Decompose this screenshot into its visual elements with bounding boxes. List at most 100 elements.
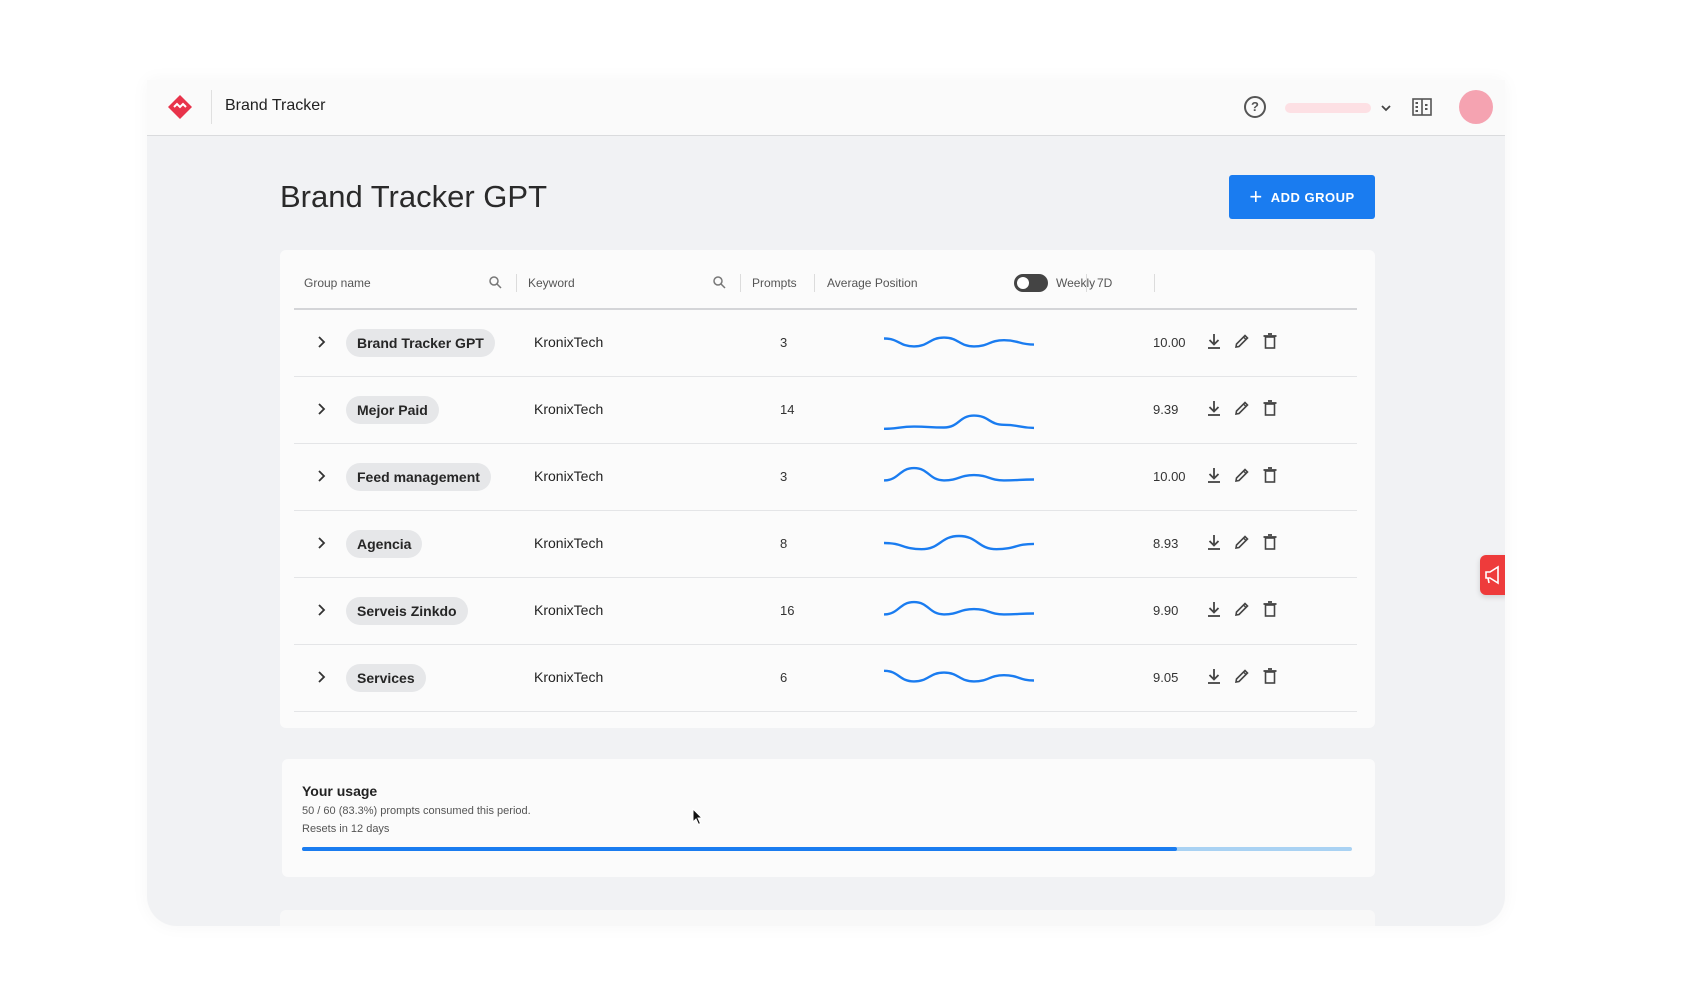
- sparkline-series: [883, 466, 1035, 482]
- help-icon[interactable]: ?: [1244, 96, 1266, 118]
- prompts-cell: 3: [780, 335, 788, 350]
- chevron-right-icon[interactable]: [314, 670, 328, 684]
- col-separator: [740, 274, 741, 292]
- table-row[interactable]: Agencia KronixTech 8 8.93: [294, 511, 1357, 578]
- average-position-cell: 9.05: [1153, 670, 1179, 685]
- chevron-right-icon[interactable]: [314, 536, 328, 550]
- keyword-cell: KronixTech: [534, 334, 604, 350]
- usage-progress-bar: [302, 847, 1352, 851]
- table-row[interactable]: Services KronixTech 6 9.05: [294, 645, 1357, 712]
- search-icon[interactable]: [712, 275, 726, 289]
- sparkline-series: [883, 534, 1035, 551]
- chevron-right-icon[interactable]: [314, 335, 328, 349]
- account-selector[interactable]: [1285, 98, 1395, 118]
- edit-icon[interactable]: [1232, 465, 1252, 485]
- download-icon[interactable]: [1204, 532, 1224, 552]
- add-group-button[interactable]: + ADD GROUP: [1229, 175, 1375, 219]
- average-position-sparkline: [883, 466, 1035, 482]
- search-icon[interactable]: [488, 275, 502, 289]
- average-position-cell: 9.90: [1153, 603, 1179, 618]
- prompts-cell: 6: [780, 670, 788, 685]
- col-average-position[interactable]: Average Position: [827, 276, 918, 290]
- average-position-cell: 10.00: [1153, 335, 1186, 350]
- group-name-chip[interactable]: Mejor Paid: [346, 396, 439, 424]
- keyword-cell: KronixTech: [534, 401, 604, 417]
- average-position-cell: 10.00: [1153, 469, 1186, 484]
- edit-icon[interactable]: [1232, 331, 1252, 351]
- average-position-sparkline: [883, 534, 1035, 551]
- account-name-placeholder: [1285, 103, 1371, 113]
- usage-progress-fill: [302, 847, 1177, 851]
- mouse-cursor: [692, 808, 704, 826]
- sparkline-series: [883, 600, 1035, 616]
- chevron-down-icon: [1381, 105, 1391, 112]
- prompts-cell: 8: [780, 536, 788, 551]
- usage-title: Your usage: [302, 783, 378, 799]
- group-name-chip[interactable]: Services: [346, 664, 426, 692]
- table-row[interactable]: Brand Tracker GPT KronixTech 3 10.00: [294, 310, 1357, 377]
- megaphone-icon: [1485, 565, 1499, 585]
- edit-icon[interactable]: [1232, 666, 1252, 686]
- chevron-right-icon[interactable]: [314, 469, 328, 483]
- trash-icon[interactable]: [1260, 599, 1280, 619]
- keyword-cell: KronixTech: [534, 468, 604, 484]
- feedback-tab[interactable]: [1480, 555, 1505, 595]
- weekly-toggle[interactable]: [1014, 274, 1048, 292]
- usage-detail: 50 / 60 (83.3%) prompts consumed this pe…: [302, 805, 531, 817]
- logo-icon[interactable]: [166, 93, 194, 121]
- trash-icon[interactable]: [1260, 666, 1280, 686]
- col-keyword[interactable]: Keyword: [528, 276, 575, 290]
- group-name-chip[interactable]: Serveis Zinkdo: [346, 597, 468, 625]
- keyword-cell: KronixTech: [534, 535, 604, 551]
- download-icon[interactable]: [1204, 398, 1224, 418]
- col-separator: [516, 274, 517, 292]
- download-icon[interactable]: [1204, 331, 1224, 351]
- average-position-cell: 8.93: [1153, 536, 1179, 551]
- table-row[interactable]: Mejor Paid KronixTech 14 9.39: [294, 377, 1357, 444]
- logo-divider: [211, 90, 212, 124]
- download-icon[interactable]: [1204, 465, 1224, 485]
- table-header: Group name Keyword Prompts Average Posit…: [294, 250, 1357, 310]
- trash-icon[interactable]: [1260, 465, 1280, 485]
- average-position-sparkline: [883, 414, 1035, 430]
- trash-icon[interactable]: [1260, 331, 1280, 351]
- toggle-label: Weekly: [1056, 276, 1096, 290]
- prompts-cell: 16: [780, 603, 795, 618]
- usage-card: Your usage 50 / 60 (83.3%) prompts consu…: [282, 759, 1375, 877]
- col-group-name[interactable]: Group name: [304, 276, 371, 290]
- trash-icon[interactable]: [1260, 398, 1280, 418]
- col-period[interactable]: 7D: [1097, 276, 1112, 290]
- keyword-cell: KronixTech: [534, 669, 604, 685]
- keyword-cell: KronixTech: [534, 602, 604, 618]
- chevron-right-icon[interactable]: [314, 402, 328, 416]
- edit-icon[interactable]: [1232, 398, 1252, 418]
- table-row[interactable]: Serveis Zinkdo KronixTech 16 9.90: [294, 578, 1357, 645]
- download-icon[interactable]: [1204, 599, 1224, 619]
- download-icon[interactable]: [1204, 666, 1224, 686]
- table-row[interactable]: Feed management KronixTech 3 10.00: [294, 444, 1357, 511]
- average-position-sparkline: [883, 669, 1035, 683]
- col-separator: [1154, 274, 1155, 292]
- average-position-sparkline: [883, 336, 1035, 348]
- sparkline-series: [883, 336, 1035, 348]
- building-icon[interactable]: [1411, 96, 1433, 118]
- chevron-right-icon[interactable]: [314, 603, 328, 617]
- average-position-cell: 9.39: [1153, 402, 1179, 417]
- col-separator: [1086, 274, 1087, 292]
- next-section-card: [280, 910, 1375, 926]
- plus-icon: +: [1249, 184, 1263, 209]
- sparkline-series: [883, 414, 1035, 430]
- trash-icon[interactable]: [1260, 532, 1280, 552]
- edit-icon[interactable]: [1232, 599, 1252, 619]
- usage-reset: Resets in 12 days: [302, 823, 390, 835]
- group-name-chip[interactable]: Feed management: [346, 463, 491, 491]
- app-window: Brand Tracker ? Brand Tracker GPT + ADD …: [147, 80, 1505, 926]
- group-name-chip[interactable]: Brand Tracker GPT: [346, 329, 495, 357]
- col-prompts[interactable]: Prompts: [752, 276, 797, 290]
- prompts-cell: 3: [780, 469, 788, 484]
- avatar[interactable]: [1459, 90, 1493, 124]
- edit-icon[interactable]: [1232, 532, 1252, 552]
- average-position-sparkline: [883, 600, 1035, 616]
- groups-table: Group name Keyword Prompts Average Posit…: [280, 250, 1375, 728]
- group-name-chip[interactable]: Agencia: [346, 530, 423, 558]
